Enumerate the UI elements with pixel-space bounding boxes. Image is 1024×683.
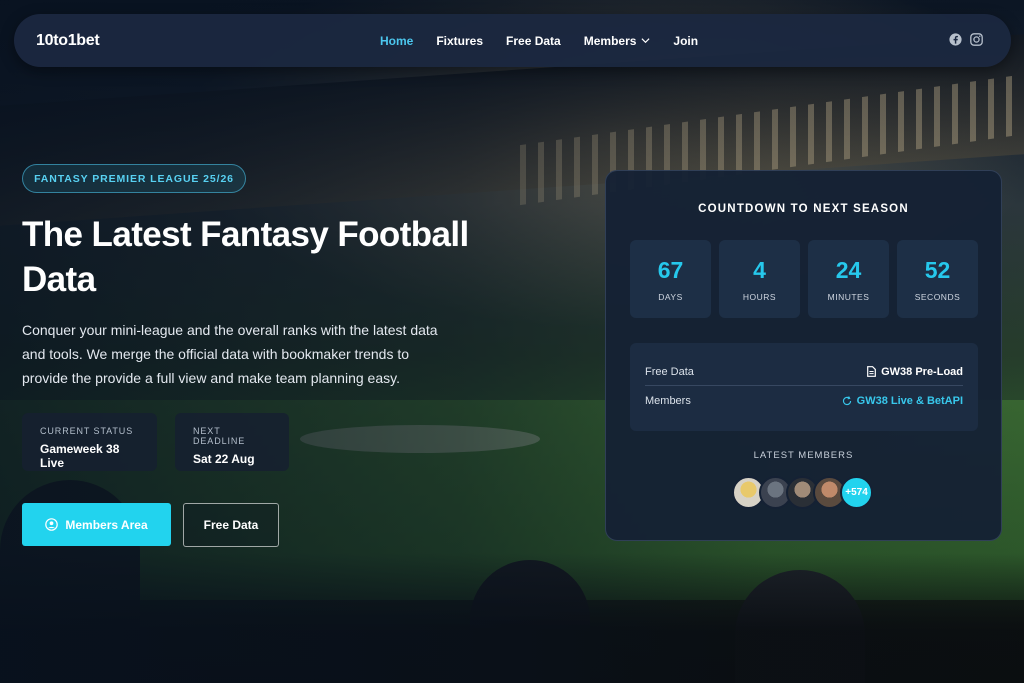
more-members-badge[interactable]: +574 [840,476,873,509]
free-data-row-key: Free Data [645,365,694,378]
refresh-icon [842,396,851,406]
countdown-minutes: 24 MINUTES [808,240,889,318]
top-navbar: 10to1bet Home Fixtures Free Data Members… [14,14,1011,67]
countdown-minutes-label: MINUTES [827,292,870,302]
members-row: Members GW38 Live & BetAPI [645,387,963,415]
members-row-value-wrap: GW38 Live & BetAPI [842,395,963,407]
free-data-row-value: GW38 Pre-Load [881,365,963,378]
season-badge: FANTASY PREMIER LEAGUE 25/26 [22,164,246,193]
countdown-days-value: 67 [657,257,684,283]
latest-members-avatars: +574 [732,476,873,509]
countdown-days-label: DAYS [658,292,683,302]
members-area-button-label: Members Area [65,517,148,532]
data-status-panel: Free Data GW38 Pre-Load Members GW38 Liv… [630,343,978,431]
nav-item-members[interactable]: Members [584,34,651,48]
countdown-title: COUNTDOWN TO NEXT SEASON [698,203,909,215]
brand-logo[interactable]: 10to1bet [36,32,100,50]
nav-item-home-label: Home [380,33,414,48]
countdown-hours: 4 HOURS [719,240,800,318]
user-circle-icon [45,518,59,531]
countdown-card: COUNTDOWN TO NEXT SEASON 67 DAYS 4 HOURS… [605,170,1002,541]
next-deadline-label: NEXT DEADLINE [193,426,246,446]
members-area-button[interactable]: Members Area [22,503,171,546]
nav-menu: Home Fixtures Free Data Members Join [380,14,698,67]
countdown-days: 67 DAYS [630,240,711,318]
countdown-hours-label: HOURS [742,292,777,302]
free-data-button[interactable]: Free Data [183,503,279,547]
facebook-icon[interactable] [949,33,962,46]
nav-item-free-data[interactable]: Free Data [506,34,561,48]
nav-item-free-data-label: Free Data [506,33,561,48]
social-links [949,33,983,46]
countdown-seconds-label: SECONDS [914,292,961,302]
latest-members-title: LATEST MEMBERS [753,450,854,461]
free-data-row-value-wrap: GW38 Pre-Load [867,366,963,378]
countdown-seconds-value: 52 [924,257,951,283]
countdown-hours-value: 4 [753,257,766,283]
free-data-row: Free Data GW38 Pre-Load [645,358,963,386]
free-data-button-label: Free Data [203,518,259,532]
members-row-value: GW38 Live & BetAPI [856,395,963,407]
chevron-down-icon [641,38,650,44]
instagram-icon[interactable] [970,33,983,46]
current-status-value: Gameweek 38 Live [40,442,120,470]
current-status-card: CURRENT STATUS Gameweek 38 Live [22,413,157,471]
next-deadline-card: NEXT DEADLINE Sat 22 Aug [175,413,289,471]
members-row-key: Members [645,395,691,407]
nav-item-join[interactable]: Join [673,34,698,48]
page-title: The Latest Fantasy Football Data [22,215,469,299]
nav-item-fixtures[interactable]: Fixtures [436,34,483,48]
current-status-label: CURRENT STATUS [40,426,134,436]
hero-description: Conquer your mini-league and the overall… [22,322,438,386]
nav-item-join-label: Join [673,33,699,48]
next-deadline-value: Sat 22 Aug [193,452,255,466]
countdown-minutes-value: 24 [835,257,862,283]
countdown-seconds: 52 SECONDS [897,240,978,318]
nav-item-home[interactable]: Home [380,34,413,48]
document-icon [867,366,876,377]
nav-item-members-label: Members [583,33,637,48]
nav-item-fixtures-label: Fixtures [436,33,484,48]
